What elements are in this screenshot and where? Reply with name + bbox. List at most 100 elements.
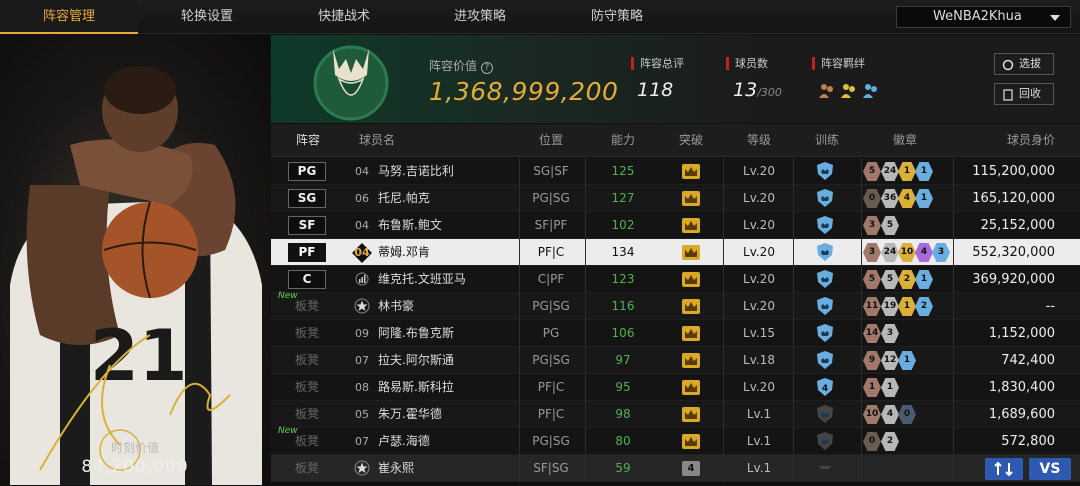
player-name[interactable]: 朱万.霍华德 <box>378 401 442 428</box>
breakthrough-badge[interactable]: 4 <box>682 461 700 476</box>
crown-icon[interactable] <box>682 191 700 206</box>
badge-count: 2 <box>920 301 928 311</box>
lineup-slot-badge[interactable]: PF <box>288 243 326 262</box>
column-header-level: 等级 <box>746 133 771 147</box>
training-shield-icon[interactable] <box>815 297 835 320</box>
player-name[interactable]: 马努.吉诺比利 <box>378 158 454 185</box>
table-row[interactable]: 板凳 05 朱万.霍华德 PF|C 98 Lv.1 10 4 0 1,689,600 <box>271 401 1080 428</box>
crown-icon[interactable] <box>682 326 700 341</box>
table-row[interactable]: 板凳 New 07 卢瑟.海德 PG|SG 80 Lv.1 0 2 572,800 <box>271 426 1080 455</box>
player-name[interactable]: 林书豪 <box>378 293 414 320</box>
crown-icon[interactable] <box>682 272 700 287</box>
column-divider <box>519 212 520 239</box>
table-row[interactable]: 板凳 08 路易斯.斯科拉 PF|C 95 Lv.20 4 1 1 1,830,400 <box>271 374 1080 401</box>
badge-hex-icon: 1 <box>915 270 933 289</box>
player-position: PG|SG <box>532 434 570 448</box>
player-name[interactable]: 卢瑟.海德 <box>378 428 430 455</box>
table-row[interactable]: PG 04 马努.吉诺比利 SG|SF 125 Lv.20 5 24 1 1 115,200,000 <box>271 158 1080 185</box>
badge-hex-icon: 10 <box>898 243 916 262</box>
training-shield-icon[interactable] <box>815 189 835 212</box>
player-ability: 102 <box>611 218 635 232</box>
tab-rotation-settings[interactable]: 轮换设置 <box>138 0 276 34</box>
lineup-slot-badge[interactable]: SF <box>288 216 326 235</box>
column-header-name: 球员名 <box>358 133 395 147</box>
player-name[interactable]: 托尼.帕克 <box>378 185 430 212</box>
column-divider <box>519 185 520 212</box>
help-icon[interactable]: ? <box>480 62 493 74</box>
player-name[interactable]: 拉夫.阿尔斯通 <box>378 347 454 374</box>
column-header-training: 训练 <box>814 133 839 147</box>
lineup-slot-badge[interactable]: PG <box>288 162 326 181</box>
recycle-button[interactable]: 回收 <box>994 83 1054 105</box>
column-divider <box>953 185 954 212</box>
new-tag: New <box>278 426 298 436</box>
crown-icon[interactable] <box>682 434 700 449</box>
table-row[interactable]: C 维克托.文班亚马 C|PF 123 Lv.20 5 5 2 1 369,920,000 <box>271 266 1080 293</box>
table-row[interactable]: PF 04 蒂姆.邓肯 PF|C 134 Lv.20 3 24 10 4 3 552,320,000 <box>271 239 1080 266</box>
vs-button[interactable]: VS <box>1029 458 1071 480</box>
player-name[interactable]: 蒂姆.邓肯 <box>378 239 430 266</box>
column-divider <box>861 374 862 401</box>
lineup-slot-badge[interactable]: C <box>288 270 326 289</box>
crown-icon[interactable] <box>682 299 700 314</box>
player-ability: 95 <box>615 380 631 394</box>
player-name[interactable]: 路易斯.斯科拉 <box>378 374 454 401</box>
crown-icon[interactable] <box>682 353 700 368</box>
training-shield-icon[interactable] <box>815 216 835 239</box>
column-divider <box>793 455 794 482</box>
tab-defense-strategy[interactable]: 防守策略 <box>548 0 686 34</box>
badge-hex-icon: 4 <box>881 405 899 424</box>
lineup-rating: 118 <box>637 79 674 101</box>
player-name[interactable]: 阿隆.布鲁克斯 <box>378 320 454 347</box>
badge-hex-icon: 1 <box>915 189 933 208</box>
training-shield-icon[interactable]: 4 <box>815 378 835 401</box>
jersey-number: 06 <box>355 192 369 205</box>
training-shield-icon[interactable] <box>815 162 835 185</box>
column-divider <box>793 266 794 293</box>
crown-icon[interactable] <box>682 245 700 260</box>
tab-offense-strategy[interactable]: 进攻策略 <box>411 0 549 34</box>
crown-icon[interactable] <box>682 164 700 179</box>
pick-button[interactable]: 选拔 <box>994 53 1054 75</box>
column-divider <box>861 320 862 347</box>
player-name[interactable]: 崔永熙 <box>378 455 414 482</box>
tab-quick-tactics[interactable]: 快捷战术 <box>275 0 413 34</box>
player-price: 25,152,000 <box>980 218 1055 233</box>
badge-count: 10 <box>865 409 879 419</box>
crown-icon[interactable] <box>682 218 700 233</box>
featured-player-card[interactable]: 21 时刻价值 84,200,000 <box>0 35 270 485</box>
team-select-dropdown[interactable]: WeNBA2Khua <box>896 6 1071 28</box>
lineup-slot-badge[interactable]: SG <box>288 189 326 208</box>
column-header-ability: 能力 <box>610 133 635 147</box>
table-row[interactable]: 板凳 09 阿隆.布鲁克斯 PG 106 Lv.15 14 3 1,152,000 <box>271 320 1080 347</box>
jersey-number: 04 <box>352 243 372 263</box>
player-level: Lv.20 <box>743 164 775 178</box>
crown-icon[interactable] <box>682 407 700 422</box>
bond-people-icon <box>819 84 877 98</box>
column-divider <box>519 320 520 347</box>
bond-icons[interactable] <box>818 81 888 99</box>
team-name: WeNBA2Khua <box>933 9 1022 24</box>
table-row[interactable]: 板凳 崔永熙 SF|SG 59 4 Lv.1 VS <box>271 455 1080 482</box>
training-shield-icon[interactable] <box>815 459 835 482</box>
table-row[interactable]: SG 06 托尼.帕克 PG|SG 127 Lv.20 0 36 4 1 165,120,000 <box>271 185 1080 212</box>
table-row[interactable]: SF 04 布鲁斯.鲍文 SF|PF 102 Lv.20 3 5 25,152,000 <box>271 212 1080 239</box>
table-row[interactable]: 板凳 07 拉夫.阿尔斯通 PG|SG 97 Lv.18 9 12 1 742,400 <box>271 347 1080 374</box>
tab-lineup-management[interactable]: 阵容管理 <box>0 0 138 34</box>
training-shield-icon[interactable] <box>815 405 835 428</box>
badge-hex-icon: 4 <box>915 243 933 262</box>
training-shield-icon[interactable] <box>815 351 835 374</box>
badge-count: 9 <box>868 355 876 365</box>
swap-button[interactable] <box>985 458 1023 480</box>
player-name[interactable]: 布鲁斯.鲍文 <box>378 212 442 239</box>
table-row[interactable]: 板凳 New 林书豪 PG|SG 116 Lv.20 11 19 1 2 -- <box>271 291 1080 320</box>
training-shield-icon[interactable] <box>815 432 835 455</box>
crown-icon[interactable] <box>682 380 700 395</box>
badge-count: 10 <box>900 247 914 257</box>
training-shield-icon[interactable] <box>815 324 835 347</box>
training-shield-icon[interactable] <box>815 270 835 293</box>
player-name[interactable]: 维克托.文班亚马 <box>378 266 466 293</box>
training-shield-icon[interactable] <box>815 243 835 266</box>
column-divider <box>861 239 862 266</box>
roster-table: 阵容 球员名 位置 能力 突破 等级 训练 徽章 球员身价 PG 04 马努.吉诺比… <box>271 124 1080 485</box>
